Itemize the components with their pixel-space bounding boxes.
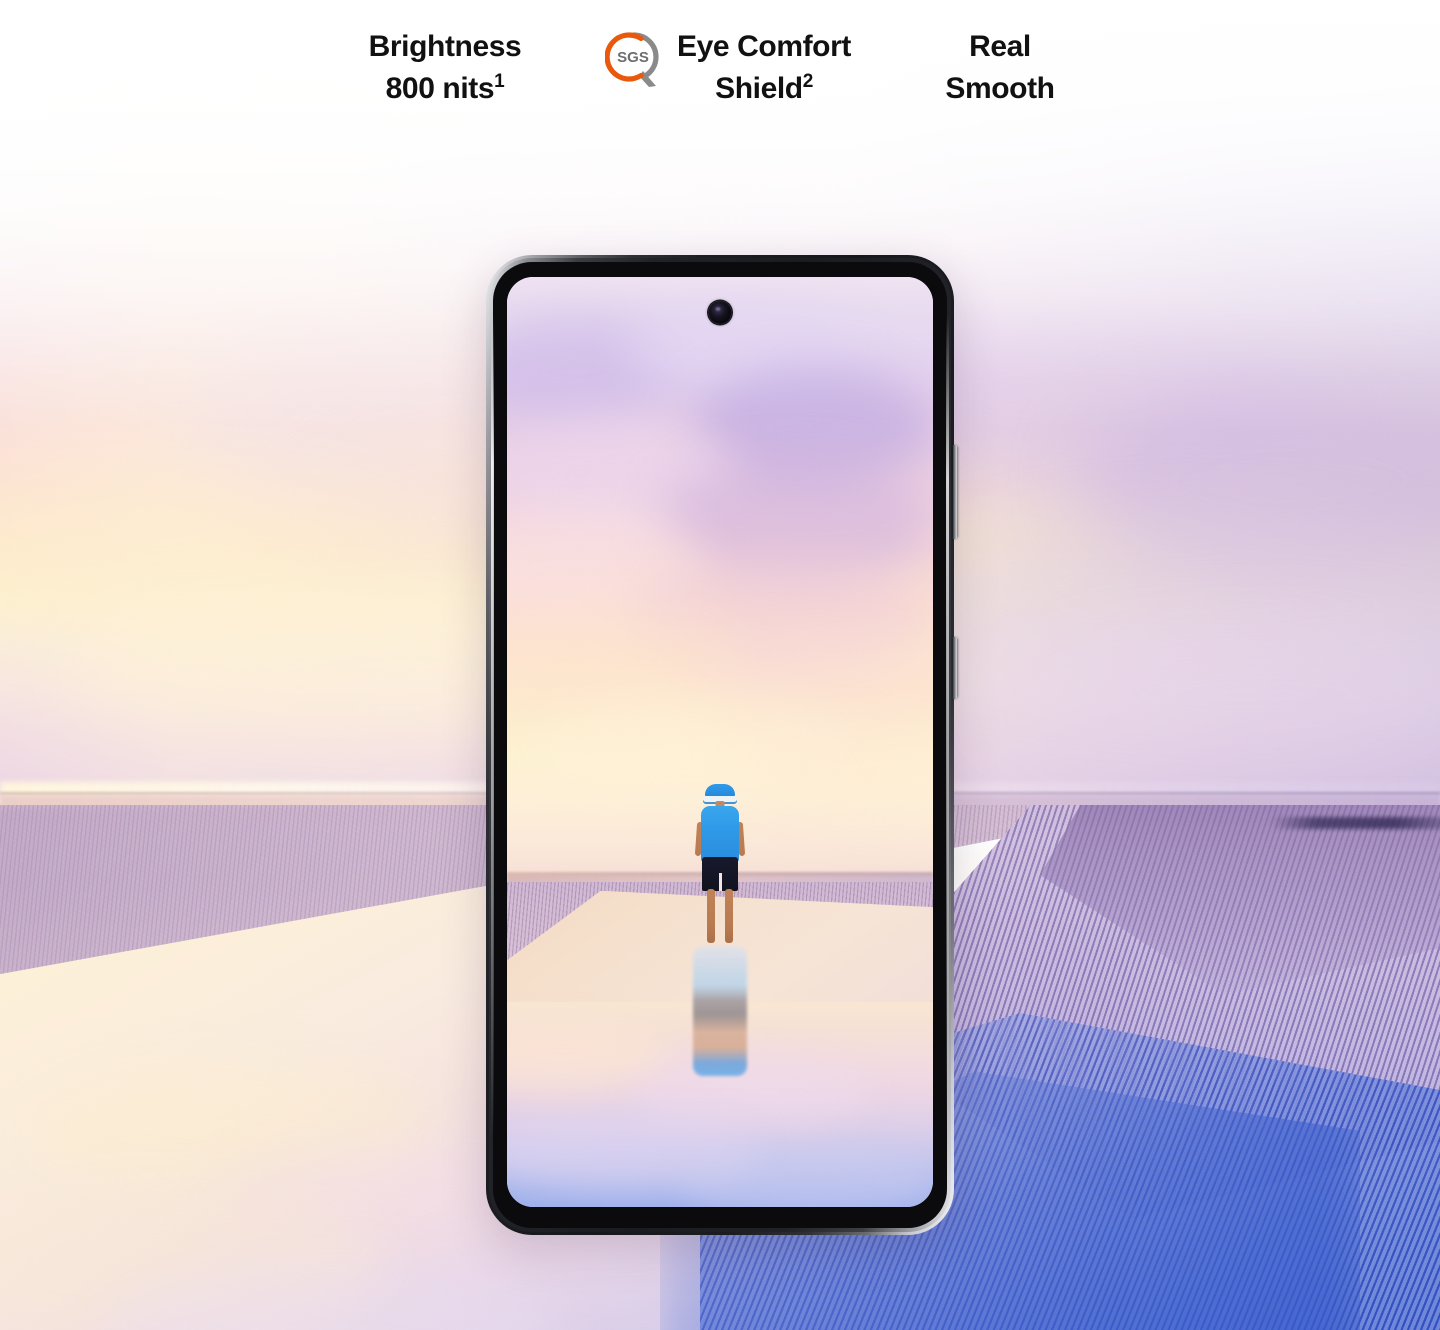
brightness-line-2: 800 nits xyxy=(385,72,495,105)
feature-row: Brightness 800 nits1 SGS Eye Comfort Shiel… xyxy=(0,26,1440,110)
volume-button[interactable] xyxy=(953,445,958,539)
frame-gloss-right xyxy=(946,315,949,1135)
power-button[interactable] xyxy=(953,637,958,699)
frame-gloss-left xyxy=(491,315,494,1135)
real-smooth-line-2: Smooth xyxy=(945,72,1055,105)
real-smooth-feature: Real Smooth xyxy=(885,26,1115,110)
front-camera-icon xyxy=(708,301,732,324)
eye-comfort-line-2: Shield xyxy=(715,72,803,105)
sgs-logo-text: SGS xyxy=(617,49,649,66)
real-smooth-label: Real Smooth xyxy=(945,26,1055,110)
brightness-line-1: Brightness xyxy=(368,30,522,63)
page-root: Brightness 800 nits1 SGS Eye Comfort Shiel… xyxy=(0,0,1440,1330)
eye-comfort-shield-label: Eye Comfort Shield2 xyxy=(677,26,851,110)
person-figure xyxy=(690,783,750,1084)
brightness-label: Brightness 800 nits1 xyxy=(369,26,522,110)
person-reflection xyxy=(693,945,747,1076)
person-left-leg xyxy=(707,888,715,943)
person-shorts xyxy=(702,856,738,891)
eye-comfort-line-1: Eye Comfort xyxy=(677,30,851,63)
sgs-logo-icon: SGS xyxy=(604,30,663,90)
dark-sandbar xyxy=(1270,817,1440,829)
person-shirt xyxy=(701,805,739,862)
eye-comfort-shield-feature: SGS Eye Comfort Shield2 xyxy=(565,26,885,110)
smartphone xyxy=(486,255,958,1235)
person-right-leg xyxy=(725,888,733,943)
real-smooth-line-1: Real xyxy=(969,30,1031,63)
brightness-footnote-marker: 1 xyxy=(494,71,505,92)
eye-comfort-footnote-marker: 2 xyxy=(802,71,814,92)
phone-screen[interactable] xyxy=(507,277,933,1207)
brightness-feature: Brightness 800 nits1 xyxy=(325,26,565,110)
